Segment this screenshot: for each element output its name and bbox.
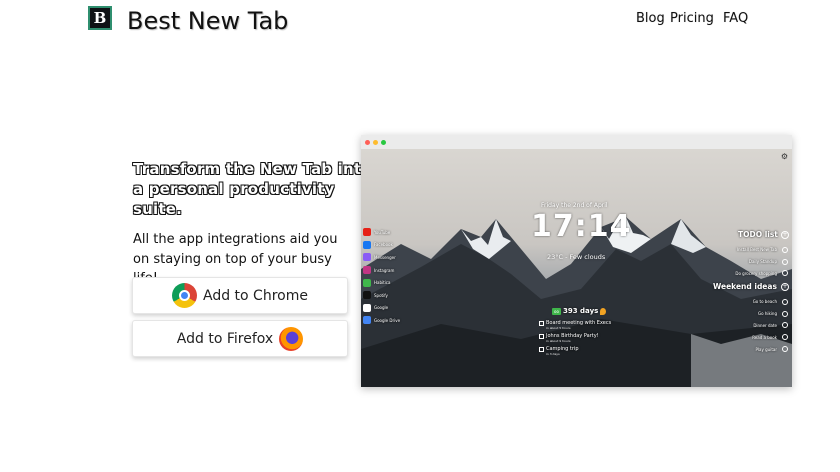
streak-drop-icon: [600, 307, 607, 315]
preview-window-bar: [361, 135, 792, 149]
checkbox-circle-icon[interactable]: [782, 322, 788, 329]
calendar-events: Board meeting with Execs in about 5 hours…: [539, 320, 611, 359]
messenger-icon: [363, 253, 371, 262]
firefox-logo-icon: [279, 326, 304, 351]
todo-item[interactable]: Do grocery shopping: [698, 268, 788, 280]
nav-link-blog[interactable]: Blog: [636, 11, 665, 26]
facebook-icon: [363, 240, 371, 249]
quick-links: YouTube Facebook Messenger Instagram Hab…: [363, 226, 400, 327]
google-drive-icon: [363, 316, 371, 325]
add-to-firefox-button[interactable]: Add to Firefox: [132, 320, 348, 357]
quick-link-facebook[interactable]: Facebook: [363, 239, 400, 252]
add-weekend-idea-plus-icon[interactable]: +: [781, 283, 789, 291]
checkbox-circle-icon[interactable]: [782, 298, 788, 305]
weekend-idea-item[interactable]: Dinner date: [698, 320, 788, 332]
todo-list: Install Best New Tab Daily Standup Do gr…: [698, 244, 788, 279]
logo-icon[interactable]: B: [88, 6, 112, 30]
preview-date: Friday the 2nd of April: [541, 202, 608, 209]
checkbox-circle-icon[interactable]: [782, 310, 788, 317]
checkbox-circle-icon[interactable]: [782, 246, 788, 253]
weekend-idea-item[interactable]: Read a book: [698, 331, 788, 343]
quick-link-youtube[interactable]: YouTube: [363, 226, 400, 239]
window-maximize-dot-icon: [381, 140, 386, 145]
calendar-icon: [539, 334, 544, 339]
quick-link-messenger[interactable]: Messenger: [363, 251, 400, 264]
add-to-chrome-label: Add to Chrome: [203, 287, 308, 304]
todo-list-title: TODO list: [738, 230, 778, 239]
preview-clock: 17:14: [531, 209, 632, 244]
add-to-chrome-button[interactable]: Add to Chrome: [132, 277, 348, 314]
weekend-idea-item[interactable]: Go to beach: [698, 296, 788, 308]
nav-link-pricing[interactable]: Pricing: [670, 11, 714, 26]
habitica-icon: [363, 278, 371, 287]
todo-item[interactable]: Daily Standup: [698, 256, 788, 268]
chrome-logo-icon: [172, 283, 197, 308]
preview-weather: 23°C - Few clouds: [547, 253, 606, 261]
checkbox-circle-icon[interactable]: [782, 258, 788, 265]
checkbox-circle-icon[interactable]: [782, 334, 788, 341]
add-todo-plus-icon[interactable]: +: [781, 231, 789, 239]
preview-background: ⚙ Friday the 2nd of April 17:14 23°C - F…: [361, 149, 792, 387]
window-minimize-dot-icon: [373, 140, 378, 145]
logo-letter: B: [93, 8, 107, 27]
habitica-badge-icon: oo: [552, 307, 561, 315]
weekend-ideas-list: Go to beach Go hiking Dinner date Read a…: [698, 296, 788, 355]
calendar-event[interactable]: Board meeting with Execs in about 5 hours: [539, 320, 611, 333]
youtube-icon: [363, 228, 371, 237]
checkbox-circle-icon[interactable]: [782, 270, 788, 277]
quick-link-spotify[interactable]: Spotify: [363, 289, 400, 302]
spotify-icon: [363, 291, 371, 300]
nav-link-faq[interactable]: FAQ: [723, 11, 748, 26]
quick-link-google-drive[interactable]: Google Drive: [363, 314, 400, 327]
days-count: 393 days: [563, 307, 599, 315]
days-counter: oo 393 days: [552, 307, 607, 315]
calendar-event[interactable]: Camping trip in 3 days: [539, 346, 611, 359]
brand-name[interactable]: Best New Tab: [127, 7, 288, 35]
checkbox-circle-icon[interactable]: [782, 346, 788, 353]
calendar-icon: [539, 321, 544, 326]
settings-gear-icon[interactable]: ⚙: [781, 152, 788, 161]
new-tab-preview: ⚙ Friday the 2nd of April 17:14 23°C - F…: [361, 135, 792, 387]
landing-page: B Best New Tab Blog Pricing FAQ Transfor…: [0, 0, 840, 472]
weekend-idea-item[interactable]: Go hiking: [698, 308, 788, 320]
quick-link-instagram[interactable]: Instagram: [363, 264, 400, 277]
calendar-event[interactable]: Johns Birthday Party! in about 9 hours: [539, 333, 611, 346]
calendar-icon: [539, 347, 544, 352]
todo-item[interactable]: Install Best New Tab: [698, 244, 788, 256]
weekend-ideas-title: Weekend ideas: [713, 282, 777, 291]
weekend-idea-item[interactable]: Play guitar: [698, 343, 788, 355]
instagram-icon: [363, 266, 371, 275]
hero-headline: Transform the New Tab into a personal pr…: [133, 160, 372, 218]
quick-link-habitica[interactable]: Habitica: [363, 276, 400, 289]
window-close-dot-icon: [365, 140, 370, 145]
quick-link-google[interactable]: Google: [363, 302, 400, 315]
add-to-firefox-label: Add to Firefox: [176, 330, 274, 347]
google-icon: [363, 303, 371, 312]
